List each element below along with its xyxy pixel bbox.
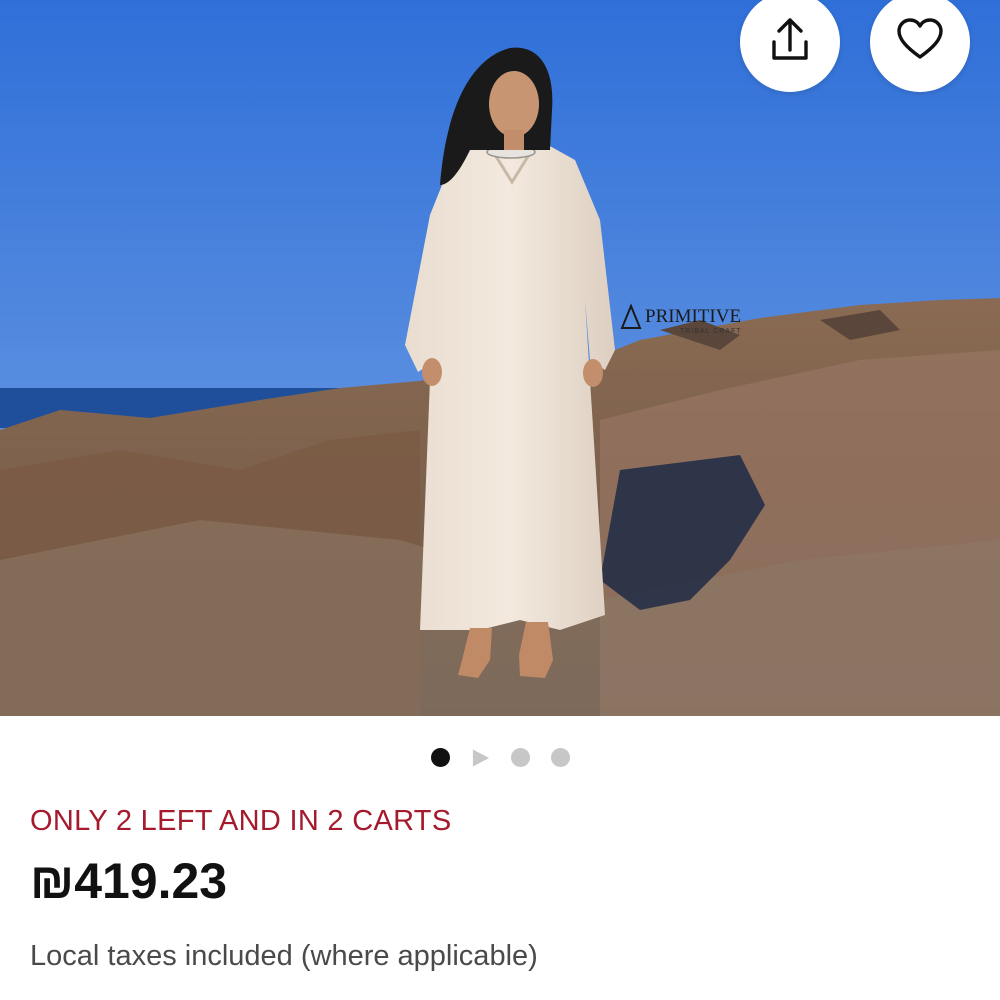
tax-note: Local taxes included (where applicable) [30,940,538,972]
product-photo: PRIMITIVE TRIBAL CRAFT [0,0,1000,716]
stock-alert: ONLY 2 LEFT AND IN 2 CARTS [30,805,452,837]
play-icon [472,748,489,767]
carousel-video-dot[interactable] [471,748,490,767]
product-image[interactable]: PRIMITIVE TRIBAL CRAFT [0,0,1000,716]
svg-text:TRIBAL CRAFT: TRIBAL CRAFT [680,328,742,335]
svg-text:PRIMITIVE: PRIMITIVE [645,306,741,327]
carousel-dot-3[interactable] [510,748,530,767]
carousel-dot-4[interactable] [550,748,570,767]
price: ₪419.23 [30,853,228,909]
heart-icon [894,14,946,71]
carousel-indicator [0,748,1000,767]
share-icon [764,14,816,71]
carousel-dot-1[interactable] [430,748,450,767]
